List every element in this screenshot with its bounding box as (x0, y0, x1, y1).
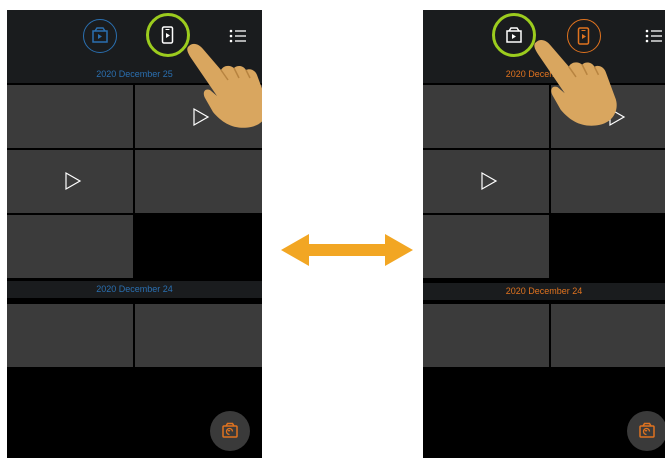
media-thumbnail[interactable] (423, 215, 549, 278)
phone-video-icon (161, 26, 174, 44)
photos-tab-button[interactable] (497, 18, 531, 52)
pointing-hand-icon (534, 39, 617, 126)
media-thumbnail[interactable] (135, 150, 262, 213)
pointing-hand-icon (187, 43, 262, 128)
phone-screen-left: 2020 December 25 2020 December 24 (7, 10, 262, 458)
media-thumbnail[interactable] (7, 150, 133, 213)
camera-return-button[interactable] (627, 411, 665, 451)
camera-return-icon (639, 422, 655, 438)
photo-album-icon (91, 26, 108, 43)
play-icon (65, 171, 82, 191)
media-thumbnail[interactable] (135, 304, 262, 367)
camera-return-icon (222, 422, 238, 438)
media-thumbnail[interactable] (7, 215, 133, 278)
date-header: 2020 December 24 (423, 283, 665, 300)
media-thumbnail[interactable] (7, 304, 133, 367)
media-thumbnail[interactable] (551, 304, 665, 367)
videos-tab-button[interactable] (151, 18, 185, 52)
list-menu-icon[interactable] (645, 28, 663, 44)
photo-album-icon (506, 27, 522, 43)
media-thumbnail[interactable] (7, 85, 133, 148)
media-thumbnail[interactable] (423, 150, 549, 213)
double-arrow-icon (281, 234, 413, 266)
date-header: 2020 December 24 (7, 281, 262, 298)
phone-screen-right: 2020 December 25 2020 December 24 (423, 10, 665, 458)
camera-return-button[interactable] (210, 411, 250, 451)
play-icon (481, 171, 498, 191)
media-thumbnail[interactable] (551, 150, 665, 213)
media-thumbnail[interactable] (423, 304, 549, 367)
photos-tab-button[interactable] (83, 19, 117, 53)
